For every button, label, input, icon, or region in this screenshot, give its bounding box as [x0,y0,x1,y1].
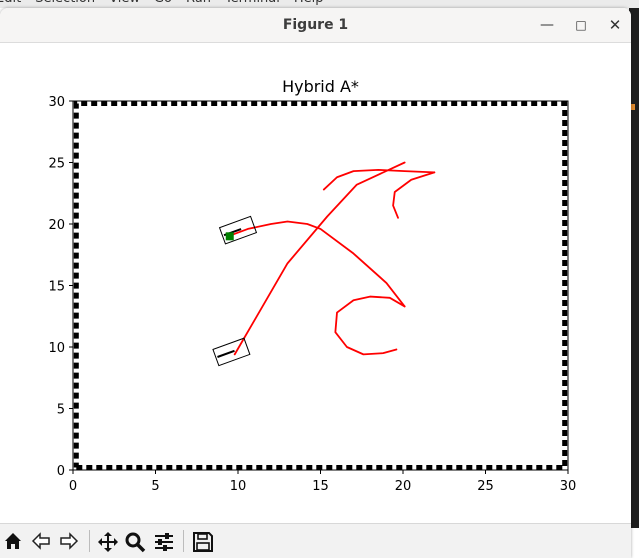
axes-frame [72,100,569,471]
back-button[interactable] [28,527,54,555]
path-series-1 [230,220,406,308]
y-tick-label: 25 [48,157,65,172]
forward-button[interactable] [56,527,82,555]
configure-subplots-button[interactable] [151,527,177,555]
background-menu-item: Edit [0,0,21,6]
x-tick-label: 20 [395,479,412,494]
x-tick-label: 5 [151,479,159,494]
home-button[interactable] [0,527,26,555]
title-bar[interactable]: Figure 1 — □ ✕ [0,8,631,43]
y-tick-label: 0 [57,464,65,479]
magnifier-icon [125,532,146,553]
path-series-4 [334,295,406,356]
chart-title: Hybrid A* [282,77,359,96]
background-menu-item: Go [154,0,172,6]
x-tick-label: 25 [477,479,494,494]
figure-window: Figure 1 — □ ✕ Hybrid A* 0 5 10 15 20 25 30 0 5 10… [0,8,631,558]
toolbar-separator [89,530,90,552]
vehicle-0 [218,215,258,245]
background-menu-item: Run [186,0,211,6]
vehicle-heading [217,349,235,358]
background-menu-bar: Edit Selection View Go Run Terminal Help [0,0,639,8]
floppy-disk-icon [193,532,213,552]
y-tick-label: 5 [57,403,65,418]
save-button[interactable] [190,527,216,555]
chart-svg: Hybrid A* 0 5 10 15 20 25 30 0 5 10 15 20 25 30 [48,77,577,494]
back-arrow-icon [31,532,50,550]
forward-arrow-icon [60,532,79,550]
close-icon[interactable]: ✕ [604,14,626,36]
background-menu-item: View [109,0,140,6]
x-tick-label: 10 [230,479,247,494]
home-icon [5,533,21,549]
y-tick-label: 15 [48,280,65,295]
path-series-0 [233,161,406,356]
pan-button[interactable] [95,527,121,555]
toolbar-separator [183,530,184,552]
background-menu-item: Selection [35,0,95,6]
navigation-toolbar [0,523,631,558]
y-tick-label: 20 [48,218,65,233]
sliders-icon [155,533,173,551]
minimize-icon[interactable]: — [536,14,558,36]
vehicle-1 [212,337,251,367]
x-tick-label: 30 [560,479,577,494]
move-icon [98,532,118,552]
background-menu-item: Terminal [225,0,280,6]
path-series-3 [392,171,436,219]
goal-marker [225,232,234,241]
x-tick-label: 15 [312,479,329,494]
x-tick-label: 0 [69,479,77,494]
zoom-button[interactable] [122,527,148,555]
plot-canvas[interactable]: Hybrid A* 0 5 10 15 20 25 30 0 5 10 15 20 25 30 [0,43,631,523]
path-series-2 [322,168,436,191]
map-boundary [73,100,568,471]
maximize-icon[interactable]: □ [570,14,592,36]
background-menu-item: Help [294,0,324,6]
y-tick-label: 10 [48,341,65,356]
y-tick-label: 30 [48,95,65,110]
